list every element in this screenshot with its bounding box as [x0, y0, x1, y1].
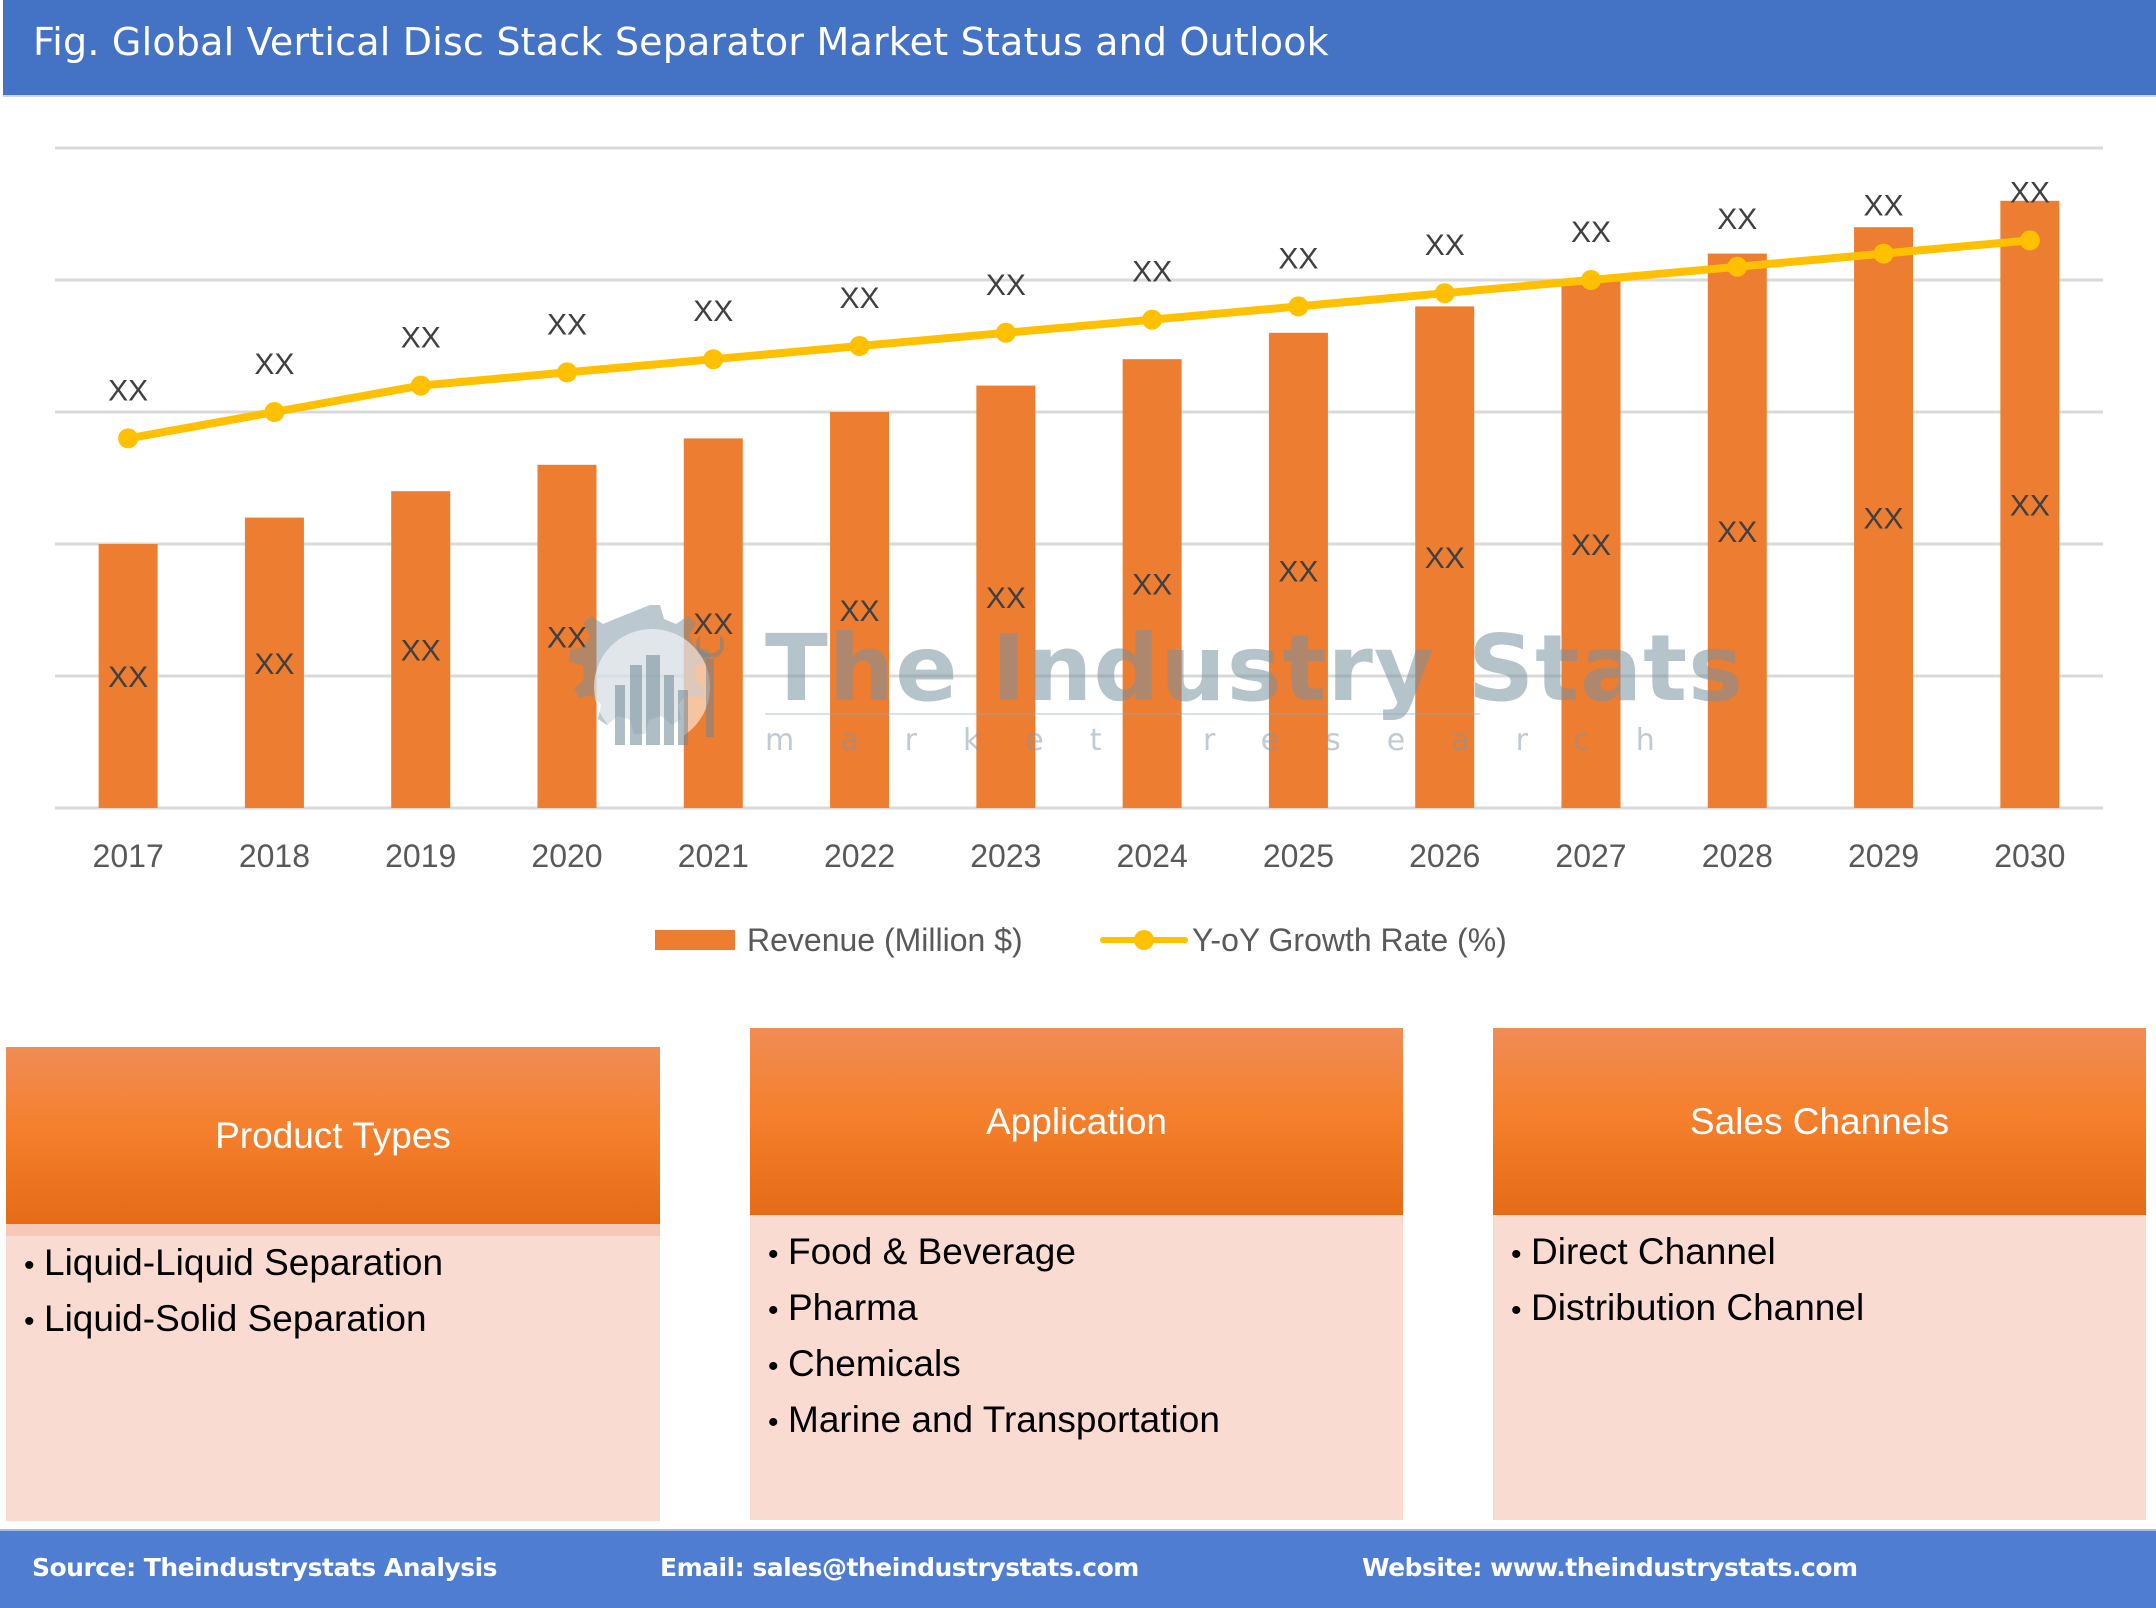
segment-list-item: • Direct Channel	[1511, 1231, 1776, 1272]
revenue-data-label: XX	[693, 608, 733, 641]
title-bar: Fig. Global Vertical Disc Stack Separato…	[3, 0, 2156, 97]
segment-card-application: Application • Food & Beverage • Pharma • Ch…	[750, 1028, 1403, 1520]
revenue-data-label: XX	[1278, 555, 1318, 588]
revenue-data-label: XX	[1717, 516, 1757, 549]
segment-card-body: • Direct Channel • Distribution Channel	[1493, 1215, 2146, 1520]
segment-list-item: • Chemicals	[768, 1343, 961, 1384]
legend-item-growth: Y-oY Growth Rate (%)	[1100, 918, 1507, 962]
segment-list-item: • Liquid-Liquid Separation	[24, 1242, 444, 1283]
segment-card-header: Sales Channels	[1493, 1028, 2146, 1215]
segment-title: Product Types	[215, 1114, 451, 1156]
x-tick-label: 2022	[824, 838, 895, 874]
segment-list: • Food & Beverage • Pharma • Chemicals • Mar…	[768, 1225, 1220, 1449]
growth-data-label: XX	[2010, 176, 2050, 209]
revenue-bars	[98, 200, 2060, 809]
growth-data-label: XX	[1132, 256, 1172, 289]
segment-title: Sales Channels	[1689, 1100, 1950, 1142]
x-tick-label: 2019	[385, 838, 456, 874]
segment-list-item: • Pharma	[768, 1287, 918, 1328]
segment-list: • Liquid-Liquid Separation • Liquid-Solid …	[24, 1236, 443, 1348]
growth-point	[1288, 296, 1309, 317]
footer-source: Source: Theindustrystats Analysis	[32, 1553, 498, 1582]
segment-card-sales-channels: Sales Channels • Direct Channel • Distribu…	[1493, 1028, 2146, 1520]
legend-line-marker-icon	[1100, 918, 1188, 962]
growth-data-label: XX	[1864, 190, 1904, 223]
growth-data-label: XX	[1425, 229, 1465, 262]
revenue-data-label: XX	[840, 595, 880, 628]
x-tick-label: 2030	[1994, 838, 2065, 874]
footer-bar: Source: Theindustrystats Analysis Email:…	[0, 1529, 2156, 1608]
revenue-data-label: XX	[401, 635, 441, 668]
x-tick-label: 2021	[678, 838, 749, 874]
chart-legend: Revenue (Million $) Y-oY Growth Rate (%)	[0, 918, 2156, 962]
growth-data-label: XX	[254, 348, 294, 381]
x-tick-label: 2029	[1848, 838, 1919, 874]
growth-point	[1142, 309, 1163, 330]
growth-point	[118, 428, 139, 449]
growth-data-label: XX	[1278, 242, 1318, 275]
growth-point	[995, 322, 1016, 343]
revenue-data-label: XX	[1571, 529, 1611, 562]
legend-label-revenue: Revenue (Million $)	[747, 921, 1023, 958]
footer-website[interactable]: Website: www.theindustrystats.com	[1362, 1553, 1858, 1582]
x-tick-label: 2020	[531, 838, 602, 874]
segment-list-item: • Liquid-Solid Separation	[24, 1298, 427, 1339]
revenue-data-label: XX	[1864, 503, 1904, 536]
growth-data-label: XX	[1717, 203, 1757, 236]
x-tick-label: 2024	[1117, 838, 1188, 874]
growth-data-label: XX	[401, 322, 441, 355]
segment-card-band	[6, 1224, 660, 1236]
x-tick-label: 2018	[239, 838, 310, 874]
segment-card-header: Product Types	[6, 1047, 660, 1224]
growth-point	[410, 375, 431, 396]
footer-email[interactable]: Email: sales@theindustrystats.com	[660, 1553, 1139, 1582]
growth-point	[703, 349, 724, 370]
growth-data-label: XX	[1571, 216, 1611, 249]
segment-list-item: • Food & Beverage	[768, 1231, 1076, 1272]
x-tick-label: 2025	[1263, 838, 1334, 874]
x-tick-label: 2017	[93, 838, 164, 874]
x-axis-tick-labels: 2017 2018 2019 2020 2021 2022 2023 2024 2025 2026…	[93, 838, 2066, 874]
growth-point	[849, 336, 870, 356]
revenue-data-label: XX	[986, 582, 1026, 615]
growth-data-label: XX	[108, 374, 148, 407]
combo-chart: XX XX XX XX XX XX XX XX XX XX XX XX XX XX XX XX XX XX XX X…	[55, 146, 2103, 874]
revenue-data-label: XX	[254, 648, 294, 681]
growth-point	[2019, 230, 2040, 251]
segment-title: Application	[985, 1100, 1167, 1142]
revenue-data-label: XX	[108, 661, 148, 694]
growth-point	[557, 362, 577, 383]
revenue-data-label: XX	[547, 621, 587, 654]
segment-card-body: • Liquid-Liquid Separation • Liquid-Solid …	[6, 1236, 660, 1521]
segment-list-item: • Distribution Channel	[1511, 1287, 1865, 1328]
growth-data-label: XX	[840, 282, 880, 315]
x-tick-label: 2027	[1555, 838, 1626, 874]
segment-card-header: Application	[750, 1028, 1403, 1215]
growth-point	[1434, 283, 1455, 304]
growth-data-label: XX	[986, 269, 1026, 302]
x-tick-label: 2028	[1702, 838, 1773, 874]
revenue-data-label: XX	[2010, 489, 2050, 522]
segment-card-body: • Food & Beverage • Pharma • Chemicals • Mar…	[750, 1215, 1403, 1520]
growth-data-label: XX	[547, 308, 587, 341]
growth-data-label: XX	[693, 295, 733, 328]
gridlines	[55, 146, 2103, 810]
growth-point	[1581, 270, 1601, 290]
growth-point	[1873, 243, 1894, 264]
legend-label-growth: Y-oY Growth Rate (%)	[1192, 921, 1507, 958]
revenue-data-label: XX	[1425, 542, 1465, 575]
figure-title: Fig. Global Vertical Disc Stack Separato…	[33, 20, 1329, 64]
growth-point	[264, 402, 285, 422]
legend-item-revenue: Revenue (Million $)	[655, 918, 1023, 962]
legend-bar-swatch-icon	[655, 930, 735, 950]
growth-point	[1727, 256, 1748, 277]
revenue-data-label: XX	[1132, 569, 1172, 602]
segment-list-item: • Marine and Transportation	[768, 1399, 1220, 1440]
x-tick-label: 2023	[970, 838, 1041, 874]
x-tick-label: 2026	[1409, 838, 1480, 874]
segment-list: • Direct Channel • Distribution Channel	[1511, 1225, 1864, 1337]
segment-card-product-types: Product Types • Liquid-Liquid Separation …	[6, 1047, 660, 1521]
